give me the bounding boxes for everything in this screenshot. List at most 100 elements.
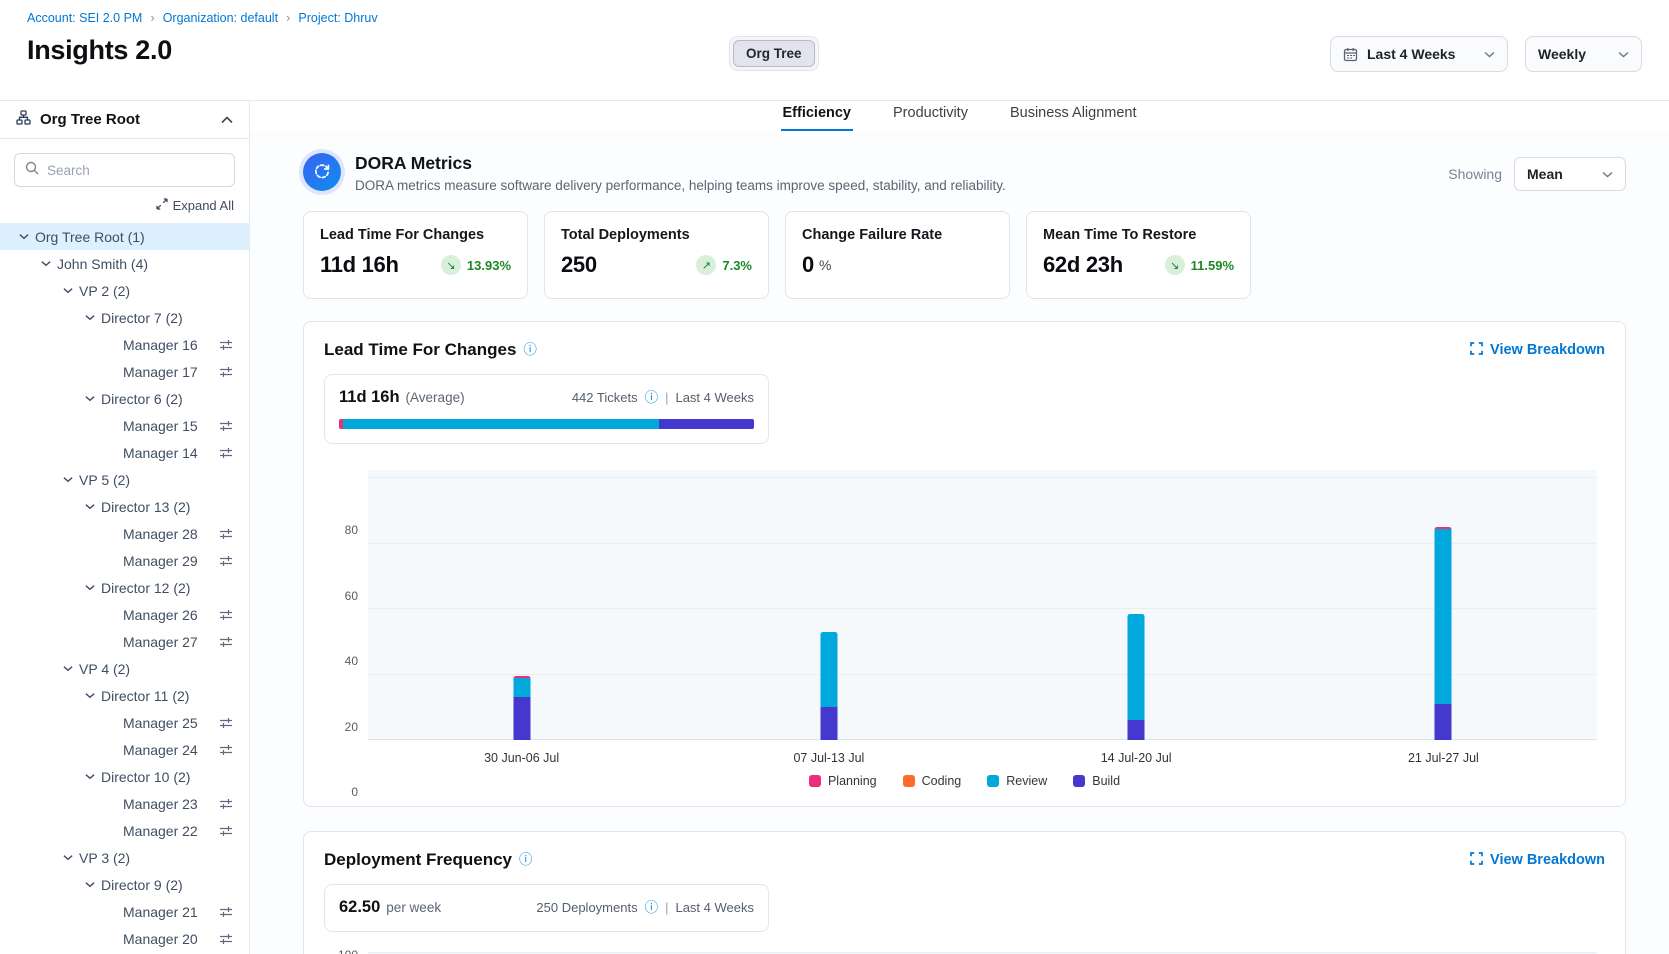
main-content: Efficiency Productivity Business Alignme… <box>250 101 1669 954</box>
tree-item-manager-29[interactable]: Manager 29 <box>0 547 249 574</box>
tree-item-manager-26[interactable]: Manager 26 <box>0 601 249 628</box>
legend-item-build[interactable]: Build <box>1073 774 1120 788</box>
tree-item-manager-25[interactable]: Manager 25 <box>0 709 249 736</box>
tab-productivity[interactable]: Productivity <box>891 101 970 131</box>
filters-icon[interactable] <box>219 527 233 543</box>
chevron-down-icon[interactable] <box>85 314 101 321</box>
tree-item-vp-5-2[interactable]: VP 5 (2) <box>0 466 249 493</box>
chevron-down-icon[interactable] <box>85 395 101 402</box>
legend-item-coding[interactable]: Coding <box>903 774 962 788</box>
tree-item-manager-17[interactable]: Manager 17 <box>0 358 249 385</box>
tree-item-director-10-2[interactable]: Director 10 (2) <box>0 763 249 790</box>
legend-item-review[interactable]: Review <box>987 774 1047 788</box>
org-tree-button[interactable]: Org Tree <box>733 40 815 67</box>
expand-all-button[interactable]: Expand All <box>156 198 234 213</box>
stacked-bar-21-jul-27-jul[interactable] <box>1435 527 1452 740</box>
lead-time-view-breakdown-button[interactable]: View Breakdown <box>1470 342 1605 359</box>
metric-card-mean-time-to-restore: Mean Time To Restore62d 23h↘11.59% <box>1026 211 1251 299</box>
info-icon[interactable]: ⓘ <box>645 901 659 915</box>
legend-item-planning[interactable]: Planning <box>809 774 877 788</box>
chevron-down-icon[interactable] <box>19 233 35 240</box>
tab-business-alignment[interactable]: Business Alignment <box>1008 101 1139 131</box>
filters-icon[interactable] <box>219 446 233 462</box>
tree-item-manager-22[interactable]: Manager 22 <box>0 817 249 844</box>
deployment-panel-title: Deployment Frequency <box>324 850 512 870</box>
tree-item-manager-27[interactable]: Manager 27 <box>0 628 249 655</box>
stacked-bar-30-jun-06-jul[interactable] <box>513 676 530 740</box>
tree-item-director-7-2[interactable]: Director 7 (2) <box>0 304 249 331</box>
tree-item-label: Director 7 (2) <box>101 310 183 326</box>
filters-icon[interactable] <box>219 743 233 759</box>
y-axis-tick: 40 <box>324 654 358 668</box>
tree-item-manager-23[interactable]: Manager 23 <box>0 790 249 817</box>
chevron-down-icon[interactable] <box>63 476 79 483</box>
chevron-down-icon[interactable] <box>63 854 79 861</box>
tree-item-director-9-2[interactable]: Director 9 (2) <box>0 871 249 898</box>
filters-icon[interactable] <box>219 797 233 813</box>
chevron-down-icon[interactable] <box>85 881 101 888</box>
filters-icon[interactable] <box>219 554 233 570</box>
tree-item-director-6-2[interactable]: Director 6 (2) <box>0 385 249 412</box>
stacked-bar-07-jul-13-jul[interactable] <box>820 632 837 740</box>
chevron-down-icon[interactable] <box>63 665 79 672</box>
tree-item-label: Manager 15 <box>123 418 198 434</box>
tree-item-manager-16[interactable]: Manager 16 <box>0 331 249 358</box>
filters-icon[interactable] <box>219 635 233 651</box>
stacked-bar-14-jul-20-jul[interactable] <box>1128 614 1145 740</box>
tree-item-manager-14[interactable]: Manager 14 <box>0 439 249 466</box>
chevron-down-icon[interactable] <box>85 773 101 780</box>
filters-icon[interactable] <box>219 824 233 840</box>
tree-item-manager-15[interactable]: Manager 15 <box>0 412 249 439</box>
tree-item-director-11-2[interactable]: Director 11 (2) <box>0 682 249 709</box>
deployment-view-breakdown-button[interactable]: View Breakdown <box>1470 852 1605 869</box>
tree-item-manager-24[interactable]: Manager 24 <box>0 736 249 763</box>
dora-title: DORA Metrics <box>355 153 1448 174</box>
search-input[interactable] <box>47 163 224 178</box>
search-box[interactable] <box>14 153 235 187</box>
breadcrumb-project[interactable]: Project: Dhruv <box>298 11 377 25</box>
breadcrumb-account[interactable]: Account: SEI 2.0 PM <box>27 11 142 25</box>
tree-item-director-12-2[interactable]: Director 12 (2) <box>0 574 249 601</box>
tree-item-manager-21[interactable]: Manager 21 <box>0 898 249 925</box>
filters-icon[interactable] <box>219 608 233 624</box>
chevron-down-icon[interactable] <box>63 287 79 294</box>
info-icon[interactable]: ⓘ <box>523 343 537 357</box>
legend-swatch <box>1073 775 1085 787</box>
deployment-rate-qualifier: per week <box>386 900 441 915</box>
tree-item-org-tree-root-1[interactable]: Org Tree Root (1) <box>0 223 249 250</box>
breadcrumb-organization[interactable]: Organization: default <box>163 11 278 25</box>
metric-card-title: Change Failure Rate <box>802 227 993 243</box>
info-icon[interactable]: ⓘ <box>519 853 533 867</box>
filters-icon[interactable] <box>219 905 233 921</box>
chevron-down-icon[interactable] <box>85 692 101 699</box>
tree-item-vp-4-2[interactable]: VP 4 (2) <box>0 655 249 682</box>
tree-item-label: Director 10 (2) <box>101 769 190 785</box>
granularity-select[interactable]: Weekly <box>1525 36 1642 72</box>
showing-select[interactable]: Mean <box>1514 157 1626 191</box>
filters-icon[interactable] <box>219 932 233 948</box>
tree-item-manager-28[interactable]: Manager 28 <box>0 520 249 547</box>
filters-icon[interactable] <box>219 419 233 435</box>
breadcrumb: Account: SEI 2.0 PM › Organization: defa… <box>27 10 1642 25</box>
tree-item-director-13-2[interactable]: Director 13 (2) <box>0 493 249 520</box>
tree-item-john-smith-4[interactable]: John Smith (4) <box>0 250 249 277</box>
lead-time-average-qualifier: (Average) <box>406 390 465 405</box>
filters-icon[interactable] <box>219 716 233 732</box>
chevron-down-icon[interactable] <box>41 260 57 267</box>
chevron-down-icon[interactable] <box>85 503 101 510</box>
tree-item-manager-20[interactable]: Manager 20 <box>0 925 249 952</box>
summary-range: Last 4 Weeks <box>675 900 754 915</box>
tab-efficiency[interactable]: Efficiency <box>781 101 854 131</box>
date-range-select[interactable]: Last 4 Weeks <box>1330 36 1508 72</box>
tree-item-vp-2-2[interactable]: VP 2 (2) <box>0 277 249 304</box>
breadcrumb-separator: › <box>286 10 290 25</box>
tree-item-label: Manager 24 <box>123 742 198 758</box>
chevron-down-icon <box>1618 51 1629 58</box>
chart-plot-area <box>368 470 1597 740</box>
collapse-sidebar-icon[interactable] <box>221 111 233 129</box>
chevron-down-icon[interactable] <box>85 584 101 591</box>
filters-icon[interactable] <box>219 338 233 354</box>
info-icon[interactable]: ⓘ <box>645 391 659 405</box>
filters-icon[interactable] <box>219 365 233 381</box>
tree-item-vp-3-2[interactable]: VP 3 (2) <box>0 844 249 871</box>
